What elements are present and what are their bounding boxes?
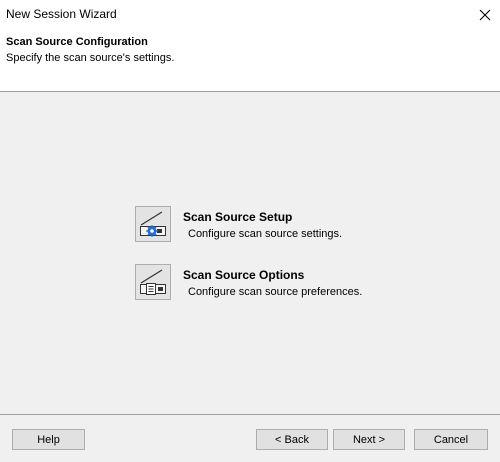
- scanner-options-icon: [135, 264, 171, 300]
- close-button[interactable]: [470, 0, 500, 30]
- close-icon: [479, 9, 491, 21]
- wizard-content: Scan Source Setup Configure scan source …: [0, 92, 500, 414]
- next-button[interactable]: Next >: [333, 429, 405, 450]
- title-bar: New Session Wizard: [0, 0, 500, 30]
- help-button[interactable]: Help: [12, 429, 85, 450]
- option-description: Configure scan source preferences.: [188, 286, 363, 298]
- scan-source-options-option[interactable]: Scan Source Options Configure scan sourc…: [135, 264, 362, 300]
- option-description: Configure scan source settings.: [188, 228, 343, 240]
- scan-source-setup-option[interactable]: Scan Source Setup Configure scan source …: [135, 206, 342, 242]
- option-title: Scan Source Options: [183, 268, 305, 282]
- back-button[interactable]: < Back: [256, 429, 328, 450]
- window-title: New Session Wizard: [6, 7, 117, 21]
- page-title: Scan Source Configuration: [6, 36, 148, 48]
- cancel-button[interactable]: Cancel: [414, 429, 488, 450]
- page-subtitle: Specify the scan source's settings.: [6, 52, 175, 64]
- wizard-header: Scan Source Configuration Specify the sc…: [0, 30, 500, 92]
- wizard-footer: Help < Back Next > Cancel: [0, 414, 500, 462]
- option-title: Scan Source Setup: [183, 210, 293, 224]
- scanner-settings-icon: [135, 206, 171, 242]
